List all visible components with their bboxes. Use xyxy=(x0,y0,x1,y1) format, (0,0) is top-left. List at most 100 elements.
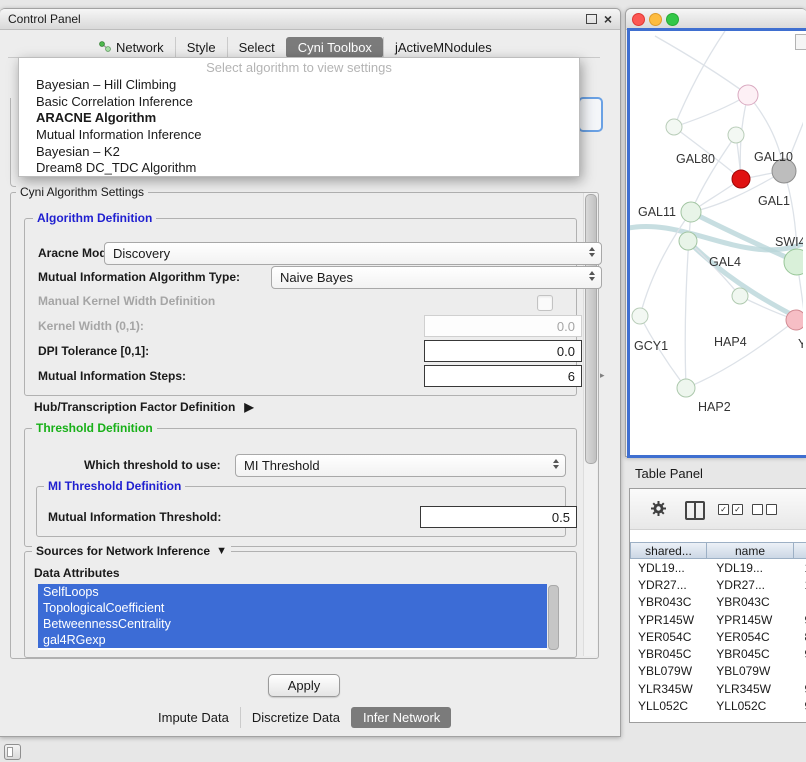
tab-cyni-toolbox[interactable]: Cyni Toolbox xyxy=(286,37,383,58)
bottom-tab-infer-network[interactable]: Infer Network xyxy=(351,707,451,728)
network-node[interactable] xyxy=(732,170,750,188)
network-node[interactable] xyxy=(677,379,695,397)
hidden-groupbox-fragment xyxy=(10,98,18,187)
table-row[interactable]: YBL079WYBL079W xyxy=(630,663,806,680)
tab-label: Discretize Data xyxy=(252,710,340,725)
mi-steps-value: 6 xyxy=(568,369,575,384)
algorithm-option-bayesian-hill-climbing[interactable]: Bayesian – Hill Climbing xyxy=(19,76,579,93)
float-window-icon[interactable] xyxy=(586,14,597,24)
network-node-label: GAL1 xyxy=(758,194,790,208)
close-traffic-light-icon[interactable] xyxy=(632,13,645,26)
kernel-width-field[interactable]: 0.0 xyxy=(424,315,582,337)
close-icon[interactable]: × xyxy=(604,12,612,26)
table-cell: YLL052C xyxy=(630,699,712,713)
mi-threshold-field[interactable]: 0.5 xyxy=(420,506,577,528)
tab-style[interactable]: Style xyxy=(175,37,227,58)
dpi-tolerance-value: 0.0 xyxy=(557,344,575,359)
network-node-label: HAP2 xyxy=(698,400,731,414)
deselect-all-columns-icon[interactable] xyxy=(752,504,777,515)
column-header-shared[interactable]: shared... xyxy=(630,542,707,559)
expanded-arrow-icon[interactable]: ▼ xyxy=(216,544,227,558)
sources-toggle[interactable]: Sources for Network Inference ▼ xyxy=(32,544,231,558)
minimize-traffic-light-icon[interactable] xyxy=(649,13,662,26)
network-node-label: GAL80 xyxy=(676,152,715,166)
attribute-item-topologicalcoefficient[interactable]: TopologicalCoefficient xyxy=(38,600,552,616)
table-row[interactable]: YLL052CYLL052C9. xyxy=(630,697,806,714)
network-canvas[interactable]: GAL80GAL10GAL1GAL11SWI4GAL4GCY1HAP4HAP2Y xyxy=(630,31,803,449)
table-row[interactable]: YDL19...YDL19...13 xyxy=(630,559,806,576)
attributes-scrollbar-thumb[interactable] xyxy=(548,585,559,650)
network-node[interactable] xyxy=(666,119,682,135)
network-node[interactable] xyxy=(679,232,697,250)
algorithm-option-dream8-dc-tdc-algorithm[interactable]: Dream8 DC_TDC Algorithm xyxy=(19,159,579,176)
attribute-item-gal4rgexp[interactable]: gal4RGexp xyxy=(38,632,552,648)
dpi-tolerance-label: DPI Tolerance [0,1]: xyxy=(38,344,149,358)
zoom-traffic-light-icon[interactable] xyxy=(666,13,679,26)
tab-jactivemnodules[interactable]: jActiveMNodules xyxy=(383,37,503,58)
table-cell: YBR043C xyxy=(712,595,801,609)
collapsed-arrow-icon[interactable]: ▶ xyxy=(244,400,253,414)
network-node[interactable] xyxy=(681,202,701,222)
hub-definition-toggle[interactable]: Hub/Transcription Factor Definition ▶ xyxy=(34,400,254,414)
dpi-tolerance-field[interactable]: 0.0 xyxy=(424,340,582,362)
kernel-width-value: 0.0 xyxy=(557,319,575,334)
panel-collapse-arrow-icon[interactable]: ▸ xyxy=(600,370,605,381)
table-row[interactable]: YER054CYER054C8. xyxy=(630,628,806,645)
table-row[interactable]: YBR045CYBR045C9. xyxy=(630,645,806,662)
table-cell: 9. xyxy=(801,647,806,661)
algorithm-option-aracne-algorithm[interactable]: ARACNE Algorithm xyxy=(19,109,579,126)
column-header-name[interactable]: name xyxy=(707,542,794,559)
collapsed-panel-icon[interactable] xyxy=(4,744,21,760)
control-panel-tabs: NetworkStyleSelectCyni ToolboxjActiveMNo… xyxy=(88,37,503,58)
algorithm-option-basic-correlation-inference[interactable]: Basic Correlation Inference xyxy=(19,93,579,110)
mi-type-value: Naive Bayes xyxy=(280,270,353,285)
select-all-columns-icon[interactable]: ✓ ✓ xyxy=(718,504,743,515)
mi-threshold-label: Mutual Information Threshold: xyxy=(48,510,221,524)
column-header-extra[interactable] xyxy=(794,542,806,559)
mi-threshold-value: 0.5 xyxy=(552,510,570,525)
algorithm-combo-focus-fragment xyxy=(578,97,603,132)
unchecked-box-icon xyxy=(766,504,777,515)
which-threshold-select[interactable]: MI Threshold xyxy=(235,454,566,477)
mi-type-select[interactable]: Naive Bayes xyxy=(271,266,602,289)
algorithm-option-bayesian-k2[interactable]: Bayesian – K2 xyxy=(19,143,579,160)
table-cell: YBL079W xyxy=(630,664,712,678)
table-row[interactable]: YPR145WYPR145W9. xyxy=(630,611,806,628)
checked-box-icon: ✓ xyxy=(732,504,743,515)
aracne-mode-select[interactable]: Discovery xyxy=(104,242,602,265)
table-row[interactable]: YLR345WYLR345W9. xyxy=(630,680,806,697)
algorithm-option-mutual-information-inference[interactable]: Mutual Information Inference xyxy=(19,126,579,143)
data-attributes-list[interactable]: SelfLoopsTopologicalCoefficientBetweenne… xyxy=(38,584,559,650)
attribute-item-betweennesscentrality[interactable]: BetweennessCentrality xyxy=(38,616,552,632)
network-node[interactable] xyxy=(738,85,758,105)
tab-select[interactable]: Select xyxy=(227,37,286,58)
attribute-item-selfloops[interactable]: SelfLoops xyxy=(38,584,552,600)
bottom-tab-impute-data[interactable]: Impute Data xyxy=(147,707,240,728)
mi-type-label: Mutual Information Algorithm Type: xyxy=(38,270,240,284)
cyni-settings-title: Cyni Algorithm Settings xyxy=(16,185,148,199)
table-cell: YBL079W xyxy=(712,664,801,678)
show-columns-icon[interactable] xyxy=(685,501,705,520)
network-node[interactable] xyxy=(784,249,803,275)
bottom-tab-discretize-data[interactable]: Discretize Data xyxy=(240,707,351,728)
table-row[interactable]: YBR043CYBR043C xyxy=(630,594,806,611)
settings-scrollbar-thumb[interactable] xyxy=(585,194,597,464)
network-tab-icon xyxy=(99,40,111,55)
gear-icon[interactable] xyxy=(650,500,667,520)
attributes-scrollbar[interactable] xyxy=(547,584,559,650)
network-view-scrollbar[interactable] xyxy=(795,34,806,50)
mi-steps-field[interactable]: 6 xyxy=(424,365,582,387)
network-node[interactable] xyxy=(786,310,803,330)
apply-button[interactable]: Apply xyxy=(268,674,340,697)
table-cell: YDL19... xyxy=(712,561,801,575)
network-node[interactable] xyxy=(732,288,748,304)
table-cell: YLR345W xyxy=(712,682,801,696)
table-header: shared...name xyxy=(630,542,806,559)
network-node[interactable] xyxy=(632,308,648,324)
manual-kernel-checkbox[interactable] xyxy=(537,295,553,311)
tab-network[interactable]: Network xyxy=(88,37,175,58)
algorithm-definition-title: Algorithm Definition xyxy=(33,211,156,225)
table-row[interactable]: YDR27...YDR27...12 xyxy=(630,576,806,593)
network-node[interactable] xyxy=(728,127,744,143)
table-panel-window: ✓ ✓ shared...name YDL19...YDL19...13YDR2… xyxy=(629,488,806,723)
